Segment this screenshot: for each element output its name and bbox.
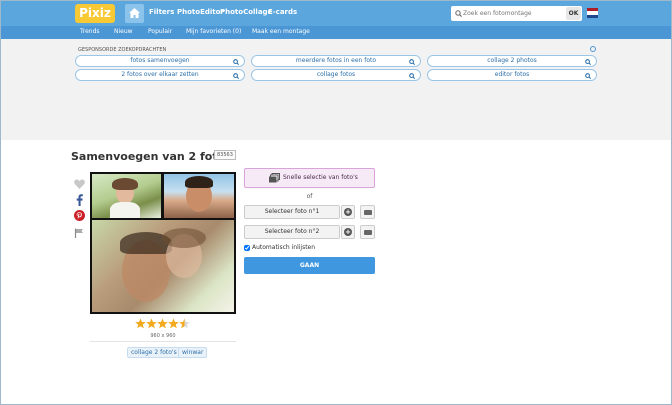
add-photo-2-button[interactable]: + bbox=[341, 225, 355, 239]
go-button[interactable]: GAAN bbox=[244, 257, 375, 274]
collage-photo-1 bbox=[92, 174, 161, 218]
collage-preview[interactable] bbox=[90, 172, 236, 314]
home-icon bbox=[129, 8, 140, 18]
rating-stars[interactable] bbox=[135, 318, 191, 329]
auto-crop-label: Automatisch inlijsten bbox=[252, 244, 316, 251]
facebook-icon[interactable] bbox=[76, 194, 83, 206]
search-icon bbox=[585, 73, 591, 79]
sponsored-title: GESPONSORDE ZOEKOPDRACHTEN bbox=[78, 47, 167, 53]
search-ok-button[interactable]: OK bbox=[566, 7, 581, 20]
sponsored-link[interactable]: fotos samenvoegen bbox=[75, 55, 245, 67]
divider bbox=[90, 341, 236, 342]
search-icon bbox=[455, 10, 462, 17]
hair-shape bbox=[112, 178, 138, 190]
collage-photo-merged bbox=[92, 220, 234, 312]
pixiz-logo[interactable]: Pixiz bbox=[75, 4, 115, 23]
heart-icon[interactable] bbox=[74, 179, 85, 189]
dress-shape bbox=[110, 202, 140, 218]
search-input[interactable] bbox=[463, 8, 563, 19]
subnav-favorites[interactable]: Mijn favorieten (0) bbox=[186, 28, 241, 35]
plus-icon: + bbox=[344, 228, 352, 236]
photos-stack-icon bbox=[269, 173, 280, 183]
search-icon bbox=[233, 59, 239, 65]
page-title: Samenvoegen van 2 foto's bbox=[71, 150, 236, 163]
sponsored-link[interactable]: 2 fotos over elkaar zetten bbox=[75, 69, 245, 81]
auto-crop-checkbox[interactable] bbox=[244, 244, 250, 251]
sponsored-link[interactable]: editor fotos bbox=[427, 69, 597, 81]
search-icon bbox=[409, 73, 415, 79]
nav-photoeditor[interactable]: PhotoEditor bbox=[177, 8, 224, 16]
search-icon bbox=[585, 59, 591, 65]
sponsored-link[interactable]: collage 2 photos bbox=[427, 55, 597, 67]
star-icon bbox=[135, 318, 146, 329]
plus-icon: + bbox=[344, 208, 352, 216]
home-button[interactable] bbox=[125, 4, 144, 23]
search-icon bbox=[409, 59, 415, 65]
search-icon bbox=[233, 73, 239, 79]
select-photo-1-button[interactable]: Selecteer foto n°1 bbox=[244, 205, 340, 219]
top-navigation-bar: Pixiz Filters PhotoEditor PhotoCollage E… bbox=[1, 1, 671, 26]
adchoices-icon[interactable] bbox=[590, 46, 596, 52]
pinterest-icon[interactable] bbox=[74, 210, 85, 221]
dutch-flag-icon[interactable] bbox=[587, 8, 598, 18]
quick-photo-select-button[interactable]: Snelle selectie van foto's bbox=[244, 168, 375, 188]
flag-icon[interactable] bbox=[74, 228, 84, 238]
folder-icon bbox=[364, 210, 372, 215]
nav-filters[interactable]: Filters bbox=[149, 8, 174, 16]
subnav-create-montage[interactable]: Maak een montage bbox=[252, 28, 310, 35]
nav-ecards[interactable]: E-cards bbox=[268, 8, 297, 16]
select-photo-2-button[interactable]: Selecteer foto n°2 bbox=[244, 225, 340, 239]
subnav-populair[interactable]: Populair bbox=[148, 28, 172, 35]
add-photo-1-button[interactable]: + bbox=[341, 205, 355, 219]
subnav-nieuw[interactable]: Nieuw bbox=[114, 28, 133, 35]
tag-link[interactable]: winwar bbox=[178, 347, 208, 358]
browse-photo-1-button[interactable] bbox=[360, 205, 375, 219]
sponsored-link[interactable]: meerdere fotos in een foto bbox=[251, 55, 421, 67]
collage-photo-2 bbox=[164, 174, 234, 218]
nav-photocollage[interactable]: PhotoCollage bbox=[220, 8, 272, 16]
hair-shape bbox=[185, 176, 213, 188]
usage-count-badge: 83563 bbox=[214, 150, 236, 160]
image-dimensions: 960 x 960 bbox=[150, 333, 176, 339]
sponsored-link[interactable]: collage fotos bbox=[251, 69, 421, 81]
or-label: of bbox=[306, 193, 313, 200]
browse-photo-2-button[interactable] bbox=[360, 225, 375, 239]
secondary-navigation-bar: Trends Nieuw Populair Mijn favorieten (0… bbox=[1, 26, 671, 39]
tag-link[interactable]: collage 2 foto's bbox=[127, 347, 181, 358]
auto-crop-option: Automatisch inlijsten bbox=[244, 244, 315, 251]
hair-shape bbox=[162, 228, 206, 248]
search-box: OK bbox=[451, 6, 582, 21]
subnav-trends[interactable]: Trends bbox=[80, 28, 100, 35]
folder-icon bbox=[364, 230, 372, 235]
